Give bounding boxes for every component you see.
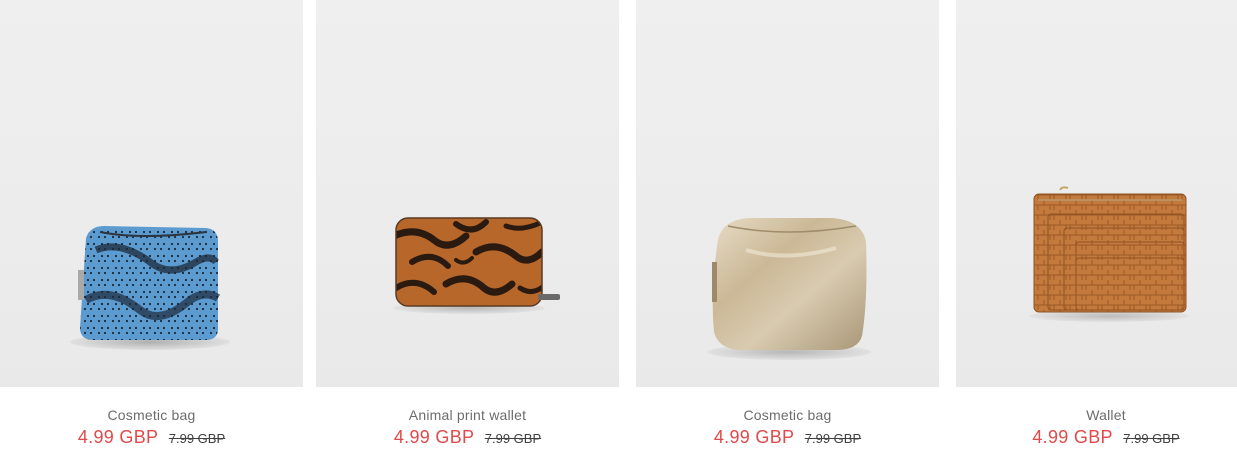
sale-price: 4.99 GBP (393, 427, 475, 447)
old-price: 7.99 GBP (804, 431, 862, 446)
product-card[interactable]: Cosmetic bag 4.99 GBP 7.99 GBP (0, 0, 303, 474)
product-prices: 4.99 GBP 7.99 GBP (0, 427, 303, 448)
old-price: 7.99 GBP (168, 431, 226, 446)
product-title[interactable]: Wallet (956, 407, 1237, 423)
product-image[interactable] (636, 0, 939, 387)
product-image[interactable] (956, 0, 1237, 387)
product-image[interactable] (316, 0, 619, 387)
product-card[interactable]: Wallet 4.99 GBP 7.99 GBP (956, 0, 1237, 474)
product-title[interactable]: Cosmetic bag (636, 407, 939, 423)
sale-price: 4.99 GBP (713, 427, 795, 447)
product-title[interactable]: Cosmetic bag (0, 407, 303, 423)
product-prices: 4.99 GBP 7.99 GBP (316, 427, 619, 448)
old-price: 7.99 GBP (1123, 431, 1180, 446)
croc-card-wallet-image (1029, 186, 1189, 322)
old-price: 7.99 GBP (484, 431, 542, 446)
product-card[interactable]: Cosmetic bag 4.99 GBP 7.99 GBP (636, 0, 939, 474)
product-card[interactable]: Animal print wallet 4.99 GBP 7.99 GBP (316, 0, 619, 474)
product-prices: 4.99 GBP 7.99 GBP (636, 427, 939, 448)
sale-price: 4.99 GBP (77, 427, 159, 447)
product-grid: Cosmetic bag 4.99 GBP 7.99 GBP Animal pr… (0, 0, 1237, 474)
snake-print-cosmetic-bag-image (70, 226, 230, 350)
product-prices: 4.99 GBP 7.99 GBP (956, 427, 1237, 448)
product-title[interactable]: Animal print wallet (316, 407, 619, 423)
sale-price: 4.99 GBP (1032, 427, 1113, 447)
zebra-print-wallet-image (393, 217, 560, 314)
product-image[interactable] (0, 0, 303, 387)
metallic-cosmetic-bag-image (707, 218, 871, 360)
